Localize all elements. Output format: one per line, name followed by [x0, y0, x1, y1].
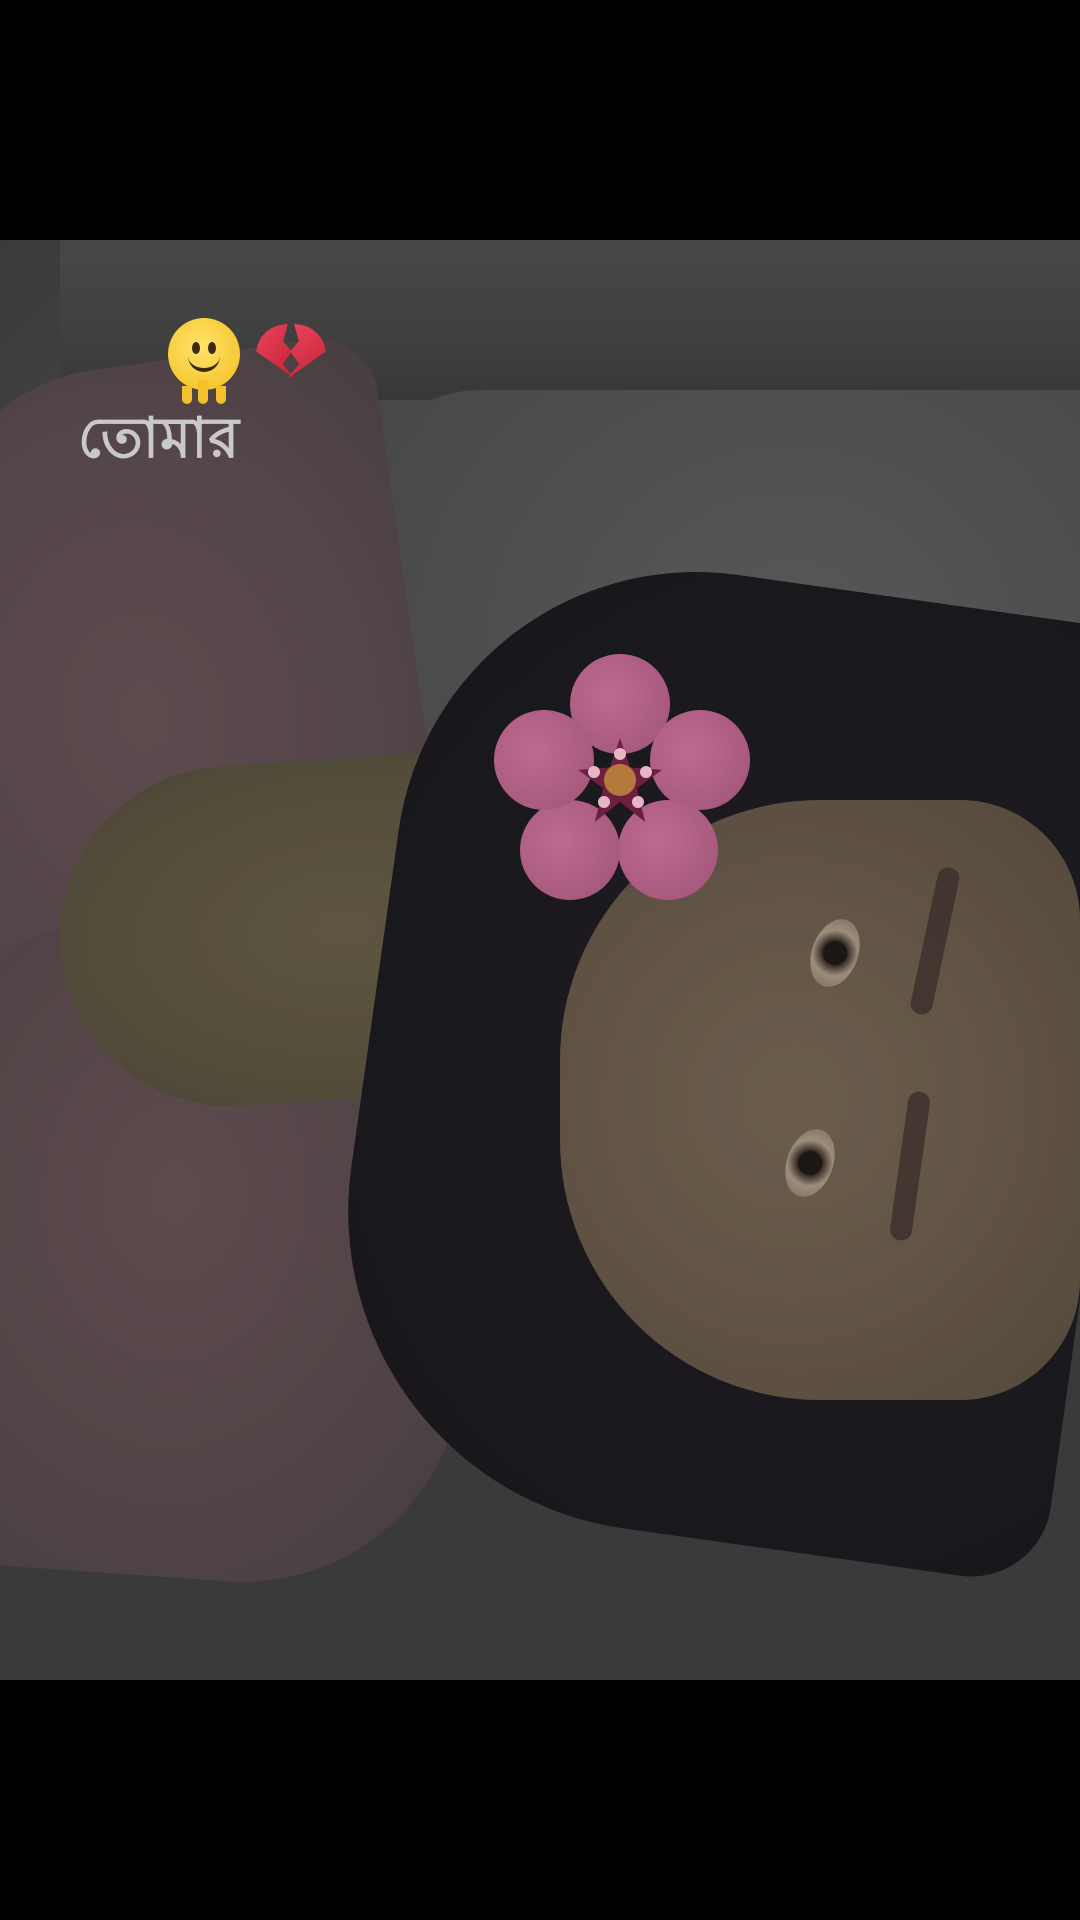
emoji-overlay — [168, 318, 326, 404]
sticker-petal — [650, 710, 750, 810]
cherry-blossom-sticker — [494, 654, 750, 900]
sticker-stamen — [632, 796, 644, 808]
sticker-stamen — [598, 796, 610, 808]
sticker-stamen — [640, 766, 652, 778]
sticker-petal — [618, 800, 718, 900]
sticker-core — [604, 764, 636, 796]
top-letterbox — [0, 0, 1080, 240]
melting-face-icon — [168, 318, 240, 404]
caption-text: তোমার — [78, 406, 241, 471]
sticker-petal — [520, 800, 620, 900]
sticker-petal — [494, 710, 594, 810]
sticker-stamen — [588, 766, 600, 778]
app-screen: তোমার — [0, 0, 1080, 1920]
broken-heart-icon — [254, 318, 326, 390]
bottom-letterbox — [0, 1680, 1080, 1920]
sticker-stamen — [614, 748, 626, 760]
